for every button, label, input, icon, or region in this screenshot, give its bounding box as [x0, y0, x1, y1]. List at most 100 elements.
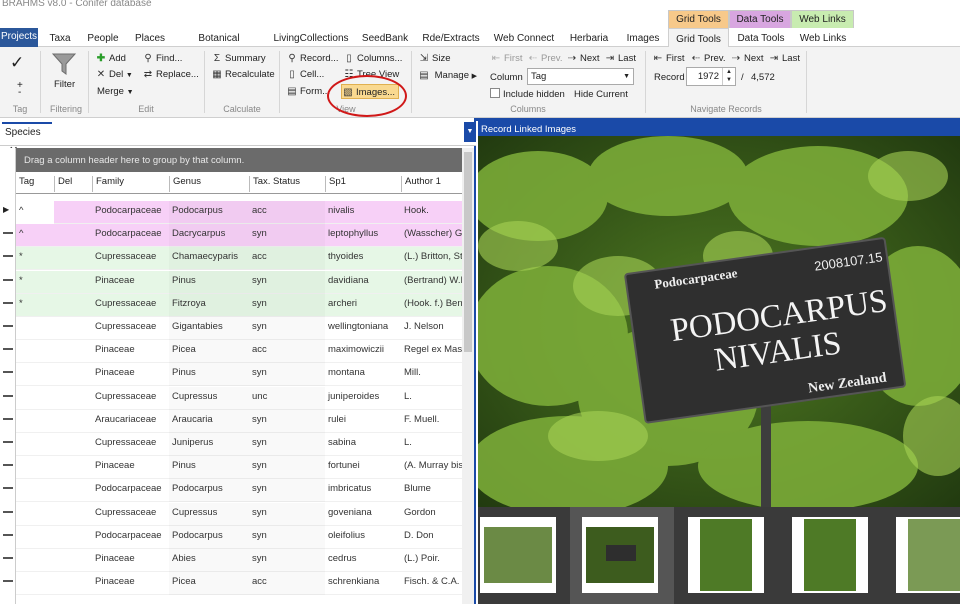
table-row[interactable]: ^ Podocarpaceae Dacrycarpus syn leptophyllus… [16, 224, 462, 248]
column-header-tax-status[interactable]: Tax. Status [249, 176, 325, 192]
column-next-button[interactable]: ⇢ Next [566, 51, 600, 66]
column-header-del[interactable]: Del [54, 176, 92, 192]
cell-author1[interactable]: F. Muell. [401, 410, 462, 433]
recalculate-button[interactable]: ▦ Recalculate [211, 67, 274, 82]
record-last-button[interactable]: ⇥ Last [768, 51, 800, 66]
cell-sp1[interactable]: nivalis [325, 201, 401, 224]
cell-genus[interactable]: Araucaria [169, 410, 249, 433]
cell-del[interactable] [54, 201, 92, 224]
cell-family[interactable]: Cupressaceae [92, 387, 169, 410]
cell-del[interactable] [54, 572, 92, 595]
thumbnail-selected[interactable] [582, 517, 658, 593]
table-row[interactable]: * Pinaceae Pinus syn davidiana (Bertrand) W.F [16, 270, 462, 294]
cell-tax-status[interactable]: syn [249, 479, 325, 502]
thumbnail[interactable] [896, 517, 960, 593]
cell-genus[interactable]: Podocarpus [169, 201, 249, 224]
cell-family[interactable]: Cupressaceae [92, 503, 169, 526]
record-button[interactable]: ⚲ Record... [286, 51, 338, 66]
cell-del[interactable] [54, 410, 92, 433]
cell-del[interactable] [54, 317, 92, 340]
cell-tag[interactable] [16, 526, 54, 549]
cell-genus[interactable]: Fitzroya [169, 294, 249, 317]
cell-family[interactable]: Podocarpaceae [92, 224, 169, 247]
cell-sp1[interactable]: oleifolius [325, 526, 401, 549]
cell-genus[interactable]: Podocarpus [169, 526, 249, 549]
record-next-button[interactable]: ⇢ Next [730, 51, 764, 66]
cell-sp1[interactable]: schrenkiana [325, 572, 401, 595]
row-indicator[interactable] [3, 510, 13, 513]
summary-button[interactable]: Σ Summary [211, 51, 266, 66]
cell-family[interactable]: Pinaceae [92, 456, 169, 479]
cell-sp1[interactable]: sabina [325, 433, 401, 456]
context-tab-grid-tools[interactable]: Grid Tools [668, 10, 729, 28]
cell-family[interactable]: Podocarpaceae [92, 526, 169, 549]
column-first-button[interactable]: ⇤ First [490, 51, 523, 66]
cell-family[interactable]: Pinaceae [92, 549, 169, 572]
tag-check-icon[interactable]: ✓ [10, 53, 24, 73]
row-indicator[interactable] [3, 278, 13, 281]
record-prev-button[interactable]: ⇠ Prev. [690, 51, 726, 66]
cell-tag[interactable] [16, 317, 54, 340]
tab-botanical-records[interactable]: Botanical Records [180, 28, 258, 65]
cell-family[interactable]: Pinaceae [92, 572, 169, 595]
cell-sp1[interactable]: davidiana [325, 271, 401, 294]
tab-taxa[interactable]: Taxa [46, 28, 74, 47]
tab-people[interactable]: People [84, 28, 122, 47]
cell-tag[interactable] [16, 479, 54, 502]
cell-author1[interactable]: L. [401, 387, 462, 410]
tab-rde-extracts[interactable]: Rde/Extracts [422, 28, 480, 47]
cell-tag[interactable] [16, 410, 54, 433]
cell-tag[interactable]: * [16, 271, 54, 294]
cell-author1[interactable]: Fisch. & C.A. M [401, 572, 462, 595]
cell-del[interactable] [54, 479, 92, 502]
cell-tax-status[interactable]: syn [249, 549, 325, 572]
table-row[interactable]: Cupressaceae Juniperus syn sabina L. [16, 433, 462, 456]
add-button[interactable]: ✚ Add [95, 51, 126, 66]
stepper-arrows-icon[interactable]: ▲ ▼ [722, 68, 735, 85]
cell-family[interactable]: Pinaceae [92, 271, 169, 294]
row-indicator[interactable] [3, 417, 13, 420]
replace-button[interactable]: ⇄ Replace... [142, 67, 199, 82]
cell-sp1[interactable]: juniperoides [325, 387, 401, 410]
cell-sp1[interactable]: cedrus [325, 549, 401, 572]
cell-genus[interactable]: Pinus [169, 271, 249, 294]
table-row[interactable]: Podocarpaceae Podocarpus syn imbricatus Blum… [16, 479, 462, 503]
cell-author1[interactable]: (L.) Britton, Ste [401, 247, 462, 270]
cell-tax-status[interactable]: acc [249, 340, 325, 363]
cell-family[interactable]: Pinaceae [92, 363, 169, 386]
tab-web-links[interactable]: Web Links [795, 28, 851, 47]
column-last-button[interactable]: ⇥ Last [604, 51, 636, 66]
cell-tax-status[interactable]: syn [249, 271, 325, 294]
cell-family[interactable]: Cupressaceae [92, 433, 169, 456]
table-row[interactable]: Pinaceae Pinus syn montana Mill. [16, 363, 462, 387]
cell-tax-status[interactable]: syn [249, 294, 325, 317]
merge-button[interactable]: Merge ▼ [97, 84, 134, 99]
table-row[interactable]: * Cupressaceae Chamaecyparis acc thyoides (L.… [16, 247, 462, 271]
cell-tag[interactable]: ^ [16, 224, 54, 247]
cell-genus[interactable]: Cupressus [169, 503, 249, 526]
tab-data-tools[interactable]: Data Tools [733, 28, 789, 47]
column-header-author1[interactable]: Author 1 [401, 176, 462, 192]
row-indicator[interactable] [3, 301, 13, 304]
tag-minus-button[interactable]: - [18, 87, 21, 98]
cell-genus[interactable]: Picea [169, 340, 249, 363]
cell-author1[interactable]: (A. Murray bis [401, 456, 462, 479]
cell-tag[interactable] [16, 433, 54, 456]
table-row[interactable]: * Cupressaceae Fitzroya syn archeri (Hook. f.… [16, 293, 462, 317]
column-header-family[interactable]: Family [92, 176, 169, 192]
include-hidden-checkbox[interactable]: Include hidden [490, 87, 565, 102]
record-number-stepper[interactable]: 1972 ▲ ▼ [686, 67, 736, 86]
record-first-button[interactable]: ⇤ First [652, 51, 685, 66]
row-indicator[interactable] [3, 441, 13, 443]
row-indicator[interactable] [3, 464, 13, 467]
cell-family[interactable]: Podocarpaceae [92, 479, 169, 502]
table-row[interactable]: Pinaceae Picea acc maximowiczii Regel ex Mas… [16, 340, 462, 364]
cell-sp1[interactable]: archeri [325, 294, 401, 317]
cell-tax-status[interactable]: syn [249, 363, 325, 386]
column-prev-button[interactable]: ⇠ Prev. [527, 51, 563, 66]
cell-sp1[interactable]: imbricatus [325, 479, 401, 502]
cell-genus[interactable]: Chamaecyparis [169, 247, 249, 270]
cell-del[interactable] [54, 549, 92, 572]
cell-author1[interactable]: Mill. [401, 363, 462, 386]
hide-current-button[interactable]: Hide Current [574, 87, 628, 102]
